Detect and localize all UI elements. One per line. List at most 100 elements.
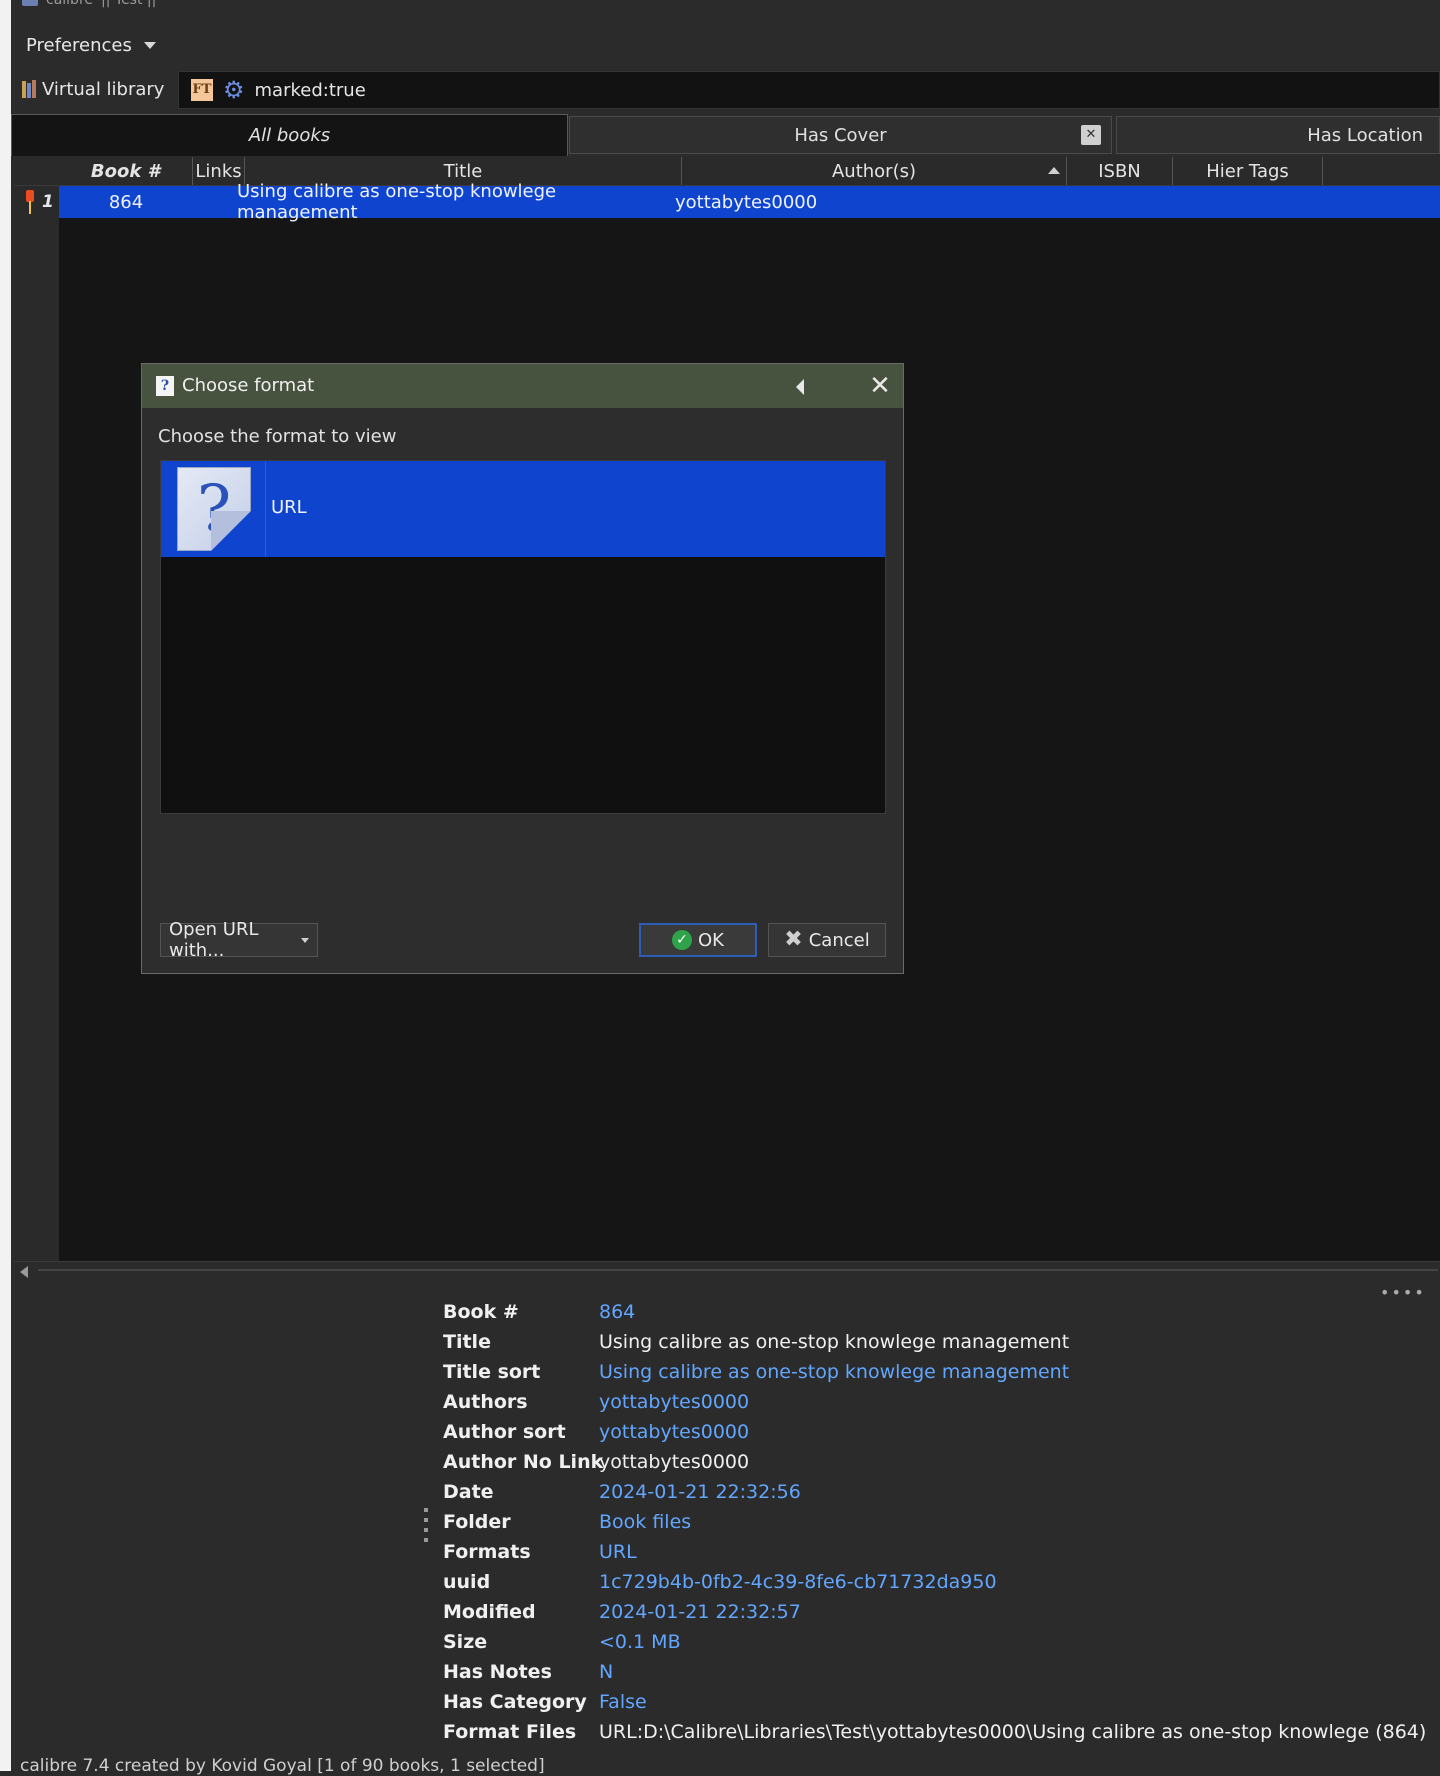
details-label: Folder [443, 1511, 511, 1533]
column-header-authors[interactable]: Author(s) [682, 157, 1067, 185]
details-row: Folder Book files [443, 1507, 691, 1537]
format-list[interactable]: ? URL [160, 460, 886, 814]
details-link[interactable]: Using calibre as one-stop knowlege manag… [599, 1361, 1069, 1383]
open-url-with-button[interactable]: Open URL with... [160, 919, 318, 961]
details-link[interactable]: N [599, 1661, 613, 1683]
title-bar [11, 0, 1440, 12]
tab-has-cover[interactable]: Has Cover ✕ [569, 116, 1112, 154]
chevron-down-icon [143, 41, 156, 49]
tab-has-location[interactable]: Has Location [1116, 116, 1440, 154]
details-row: Author No Link yottabytes0000 [443, 1447, 749, 1477]
format-item-url[interactable]: ? URL [161, 461, 885, 557]
details-value: yottabytes0000 [599, 1451, 750, 1473]
format-item-label: URL [271, 497, 307, 518]
dialog-title-bar[interactable]: ? Choose format ✕ [142, 364, 903, 408]
details-label: Has Notes [443, 1661, 552, 1683]
left-window-edge [0, 0, 11, 1771]
calibre-app-icon [22, 0, 38, 6]
cancel-x-icon: ✖ [784, 927, 803, 952]
details-row: Author sort yottabytes0000 [443, 1417, 749, 1447]
full-text-search-icon[interactable]: FT [191, 79, 213, 101]
close-icon[interactable]: ✕ [866, 372, 894, 400]
table-row[interactable]: 1 864 Using calibre as one-stop knowlege… [14, 181, 1440, 223]
details-link[interactable]: yottabytes0000 [599, 1391, 749, 1413]
details-link[interactable]: 2024-01-21 22:32:57 [599, 1601, 801, 1623]
details-row: Book # 864 [443, 1297, 635, 1327]
row-number-gutter [14, 186, 59, 1261]
scrollbar-track[interactable] [38, 1269, 1438, 1271]
window-title: calibre || Test || [22, 0, 156, 8]
virtual-library-label: Virtual library [42, 78, 165, 100]
search-query[interactable]: marked:true [255, 80, 366, 101]
details-label: Formats [443, 1541, 531, 1563]
details-link[interactable]: False [599, 1691, 647, 1713]
search-bar[interactable]: FT ⚙ marked:true [178, 71, 1440, 109]
details-link[interactable]: yottabytes0000 [599, 1421, 749, 1443]
cancel-label: Cancel [808, 929, 870, 951]
sort-ascending-icon [1048, 167, 1060, 174]
row-number-label: 1 [42, 192, 54, 212]
details-link[interactable]: Book files [599, 1511, 691, 1533]
cell-isbn[interactable] [1067, 186, 1173, 218]
preferences-label: Preferences [26, 34, 132, 56]
preferences-button[interactable]: Preferences [18, 28, 164, 62]
details-row: Formats URL [443, 1537, 637, 1567]
dialog-prompt: Choose the format to view [158, 426, 397, 447]
virtual-library-button[interactable]: Virtual library [16, 72, 170, 106]
close-icon[interactable]: ✕ [1081, 125, 1101, 145]
horizontal-scrollbar[interactable] [14, 1261, 1440, 1280]
open-url-with-label: Open URL with... [169, 919, 259, 961]
details-label: Format Files [443, 1721, 577, 1743]
tab-label: Has Cover [794, 124, 887, 146]
details-row: Size <0.1 MB [443, 1627, 681, 1657]
cell-hier-tags[interactable] [1173, 186, 1323, 218]
details-label: Title [443, 1331, 491, 1353]
column-header-hier-tags[interactable]: Hier Tags [1173, 157, 1323, 185]
question-mark-icon: ? [177, 467, 251, 551]
row-number[interactable]: 1 [14, 186, 59, 218]
books-icon [22, 80, 36, 98]
gear-icon[interactable]: ⚙ [223, 78, 245, 102]
details-splitter-handle[interactable] [424, 1508, 428, 1542]
details-row: Title sort Using calibre as one-stop know… [443, 1357, 1069, 1387]
details-row: Has Category False [443, 1687, 647, 1717]
column-header-isbn[interactable]: ISBN [1067, 157, 1173, 185]
details-label: Has Category [443, 1691, 587, 1713]
virtual-library-tabs: All books Has Cover ✕ Has Location [11, 114, 1440, 156]
details-label: Title sort [443, 1361, 541, 1383]
tab-all-books[interactable]: All books [11, 114, 568, 156]
column-header-book-number[interactable]: Book # [59, 157, 193, 185]
pin-icon [24, 190, 36, 214]
dialog-title: Choose format [182, 375, 315, 396]
ok-button[interactable]: ✓ OK [639, 923, 757, 957]
details-row: Authors yottabytes0000 [443, 1387, 749, 1417]
details-link[interactable]: 864 [599, 1301, 635, 1323]
details-label: Authors [443, 1391, 528, 1413]
details-label: uuid [443, 1571, 491, 1593]
status-bar: calibre 7.4 created by Kovid Goyal [1 of… [20, 1756, 545, 1776]
details-link[interactable]: URL [599, 1541, 637, 1563]
details-link[interactable]: 2024-01-21 22:32:56 [599, 1481, 801, 1503]
details-label: Author sort [443, 1421, 566, 1443]
details-row: Title Using calibre as one-stop knowlege … [443, 1327, 1069, 1357]
cell-authors[interactable]: yottabytes0000 [675, 186, 1060, 218]
tab-label: All books [248, 125, 331, 146]
details-row: Modified 2024-01-21 22:32:57 [443, 1597, 801, 1627]
tab-label: Has Location [1307, 124, 1423, 146]
choose-format-dialog: ? Choose format ✕ Choose the format to v… [141, 363, 904, 974]
details-link[interactable]: 1c729b4b-0fb2-4c39-8fe6-cb71732da950 [599, 1571, 997, 1593]
details-link[interactable]: <0.1 MB [599, 1631, 681, 1653]
details-row: Has Notes N [443, 1657, 613, 1687]
cancel-button[interactable]: ✖ Cancel [768, 923, 886, 957]
ok-label: OK [698, 929, 724, 951]
details-label: Book # [443, 1301, 519, 1323]
format-item-divider [265, 461, 266, 557]
scroll-left-icon[interactable] [20, 1266, 28, 1278]
splitter-handle[interactable]: •••• [1380, 1283, 1426, 1302]
help-arrow-icon[interactable] [796, 379, 804, 395]
cell-title[interactable]: Using calibre as one-stop knowlege manag… [237, 181, 682, 223]
cell-book-number[interactable]: 864 [59, 186, 193, 218]
details-value: Using calibre as one-stop knowlege manag… [599, 1331, 1070, 1353]
app-name: calibre [46, 0, 94, 8]
chevron-down-icon [301, 937, 309, 943]
